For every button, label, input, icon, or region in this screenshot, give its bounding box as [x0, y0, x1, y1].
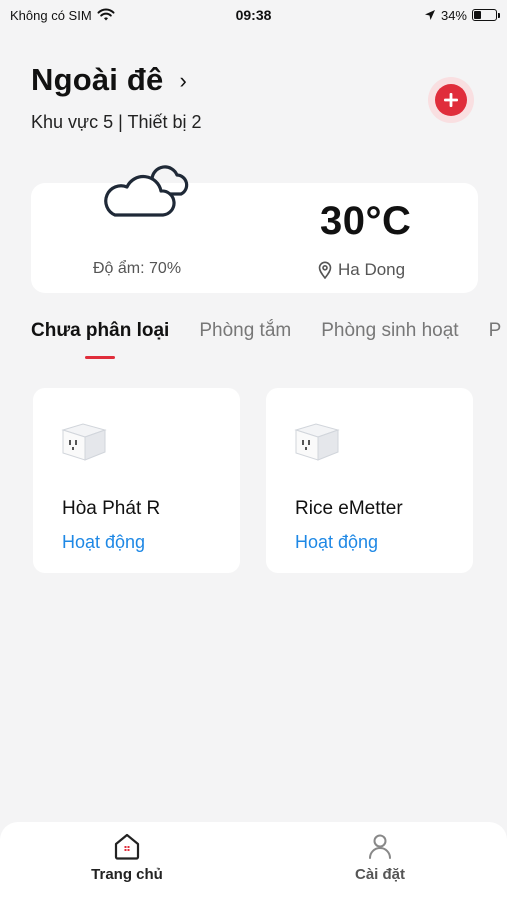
nav-settings[interactable]: Cài đặt [310, 832, 450, 883]
weather-card[interactable]: Độ ẩm: 70% 30°C Ha Dong [31, 165, 478, 293]
chevron-right-icon: › [179, 68, 187, 93]
carrier-label: Không có SIM [10, 7, 92, 23]
battery-level [474, 11, 482, 19]
device-name: Hòa Phát R [62, 498, 161, 519]
room-tabs-container: Chưa phân loại Phòng tắm Phòng sinh hoạt… [0, 310, 507, 370]
bottom-nav: Trang chủ Cài đặt [0, 822, 507, 900]
location-row: Ha Dong [318, 260, 405, 280]
add-device-button[interactable] [428, 77, 474, 123]
device-card[interactable]: Rice eMetter Hoạt động [266, 388, 473, 573]
status-left: Không có SIM [10, 8, 115, 23]
status-right: 34% [424, 7, 500, 23]
home-icon [114, 833, 140, 860]
device-card[interactable]: Hòa Phát R Hoạt động [33, 388, 240, 573]
cloud-icon [104, 165, 189, 217]
nav-home[interactable]: Trang chủ [57, 832, 197, 883]
tab-overflow[interactable]: P [489, 320, 502, 342]
room-tabs: Chưa phân loại Phòng tắm Phòng sinh hoạt… [31, 320, 501, 342]
smart-plug-icon [294, 423, 340, 461]
battery-percent: 34% [440, 7, 467, 23]
active-tab-indicator [85, 356, 115, 359]
tab-phong-tam[interactable]: Phòng tắm [199, 320, 291, 342]
home-selector[interactable]: Ngoài đê › [31, 62, 187, 98]
user-icon [369, 834, 391, 859]
location-arrow-icon [424, 10, 435, 20]
humidity-label: Độ ẩm: 70% [93, 260, 182, 277]
location-pin-icon [318, 261, 332, 279]
tab-phong-sinh-hoat[interactable]: Phòng sinh hoạt [321, 320, 458, 342]
location-label: Ha Dong [338, 260, 406, 279]
nav-home-label: Trang chủ [91, 866, 163, 883]
plus-icon [435, 84, 467, 116]
home-summary: Khu vực 5 | Thiết bị 2 [31, 112, 202, 132]
status-bar: Không có SIM 09:38 34% [0, 0, 507, 30]
tab-chua-phan-loai[interactable]: Chưa phân loại [31, 320, 169, 342]
device-name: Rice eMetter [295, 498, 403, 519]
battery-icon [472, 9, 500, 21]
wifi-icon [97, 8, 115, 21]
temperature-value: 30°C [320, 199, 412, 243]
smart-plug-icon [61, 423, 107, 461]
nav-settings-label: Cài đặt [354, 866, 405, 883]
device-status: Hoạt động [62, 532, 146, 552]
home-title: Ngoài đê [31, 62, 164, 97]
device-status: Hoạt động [295, 532, 379, 552]
